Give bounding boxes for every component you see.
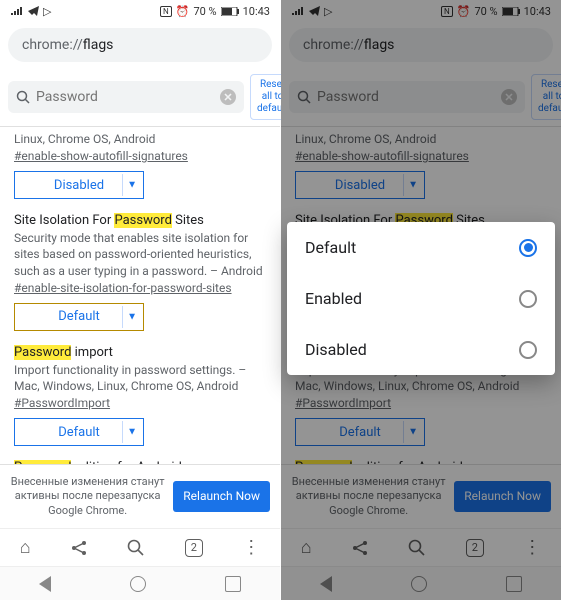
search-icon xyxy=(297,90,311,104)
nfc-icon: N xyxy=(441,6,453,17)
popup-option-disabled[interactable]: Disabled xyxy=(287,324,555,375)
nfc-icon: N xyxy=(160,6,172,17)
play-icon: ▷ xyxy=(43,5,51,18)
home-nav-icon[interactable] xyxy=(411,576,427,592)
clear-icon[interactable]: ✕ xyxy=(501,89,517,105)
banner-text: Внесенные изменения станут активны после… xyxy=(10,475,165,518)
telegram-icon xyxy=(28,6,39,16)
popup-option-default[interactable]: Default xyxy=(287,222,555,273)
flag-dropdown[interactable]: Default▼ xyxy=(14,418,144,446)
home-icon[interactable]: ⌂ xyxy=(20,537,31,558)
relaunch-banner: Внесенные изменения станут активны после… xyxy=(281,464,561,528)
share-icon[interactable] xyxy=(70,539,88,557)
toolbar-search-icon[interactable] xyxy=(127,539,145,557)
popup-option-enabled[interactable]: Enabled xyxy=(287,273,555,324)
clear-icon[interactable]: ✕ xyxy=(220,89,236,105)
flag-hash[interactable]: #enable-show-autofill-signatures xyxy=(14,149,266,163)
back-icon[interactable] xyxy=(320,576,332,592)
browser-toolbar: ⌂ 2 ⋮ xyxy=(0,528,280,566)
telegram-icon xyxy=(309,6,320,16)
search-icon xyxy=(16,90,30,104)
flag-item: Linux, Chrome OS, Android #enable-show-a… xyxy=(14,131,266,199)
flag-platforms: Linux, Chrome OS, Android xyxy=(14,131,266,147)
flag-title: Site Isolation For Password Sites xyxy=(14,213,266,228)
flag-desc: Security mode that enables site isolatio… xyxy=(14,230,266,279)
flag-dropdown[interactable]: Default▼ xyxy=(295,418,425,446)
share-icon[interactable] xyxy=(351,539,369,557)
toolbar-search-icon[interactable] xyxy=(408,539,426,557)
browser-toolbar: ⌂ 2 ⋮ xyxy=(281,528,561,566)
radio-icon xyxy=(519,341,537,359)
flag-item: Password import Import functionality in … xyxy=(14,345,266,446)
status-bar: ▷ N ⏰ 70 % 10:43 xyxy=(0,0,280,22)
recents-icon[interactable] xyxy=(506,576,522,592)
clock-text: 10:43 xyxy=(243,5,270,18)
clock-text: 10:43 xyxy=(524,5,551,18)
tabs-button[interactable]: 2 xyxy=(185,539,203,557)
search-box[interactable]: ✕ xyxy=(289,81,525,113)
reset-all-button[interactable]: Reset all to default xyxy=(531,74,561,120)
menu-icon[interactable]: ⋮ xyxy=(242,537,260,558)
radio-icon xyxy=(519,239,537,257)
search-box[interactable]: ✕ xyxy=(8,81,244,113)
play-icon: ▷ xyxy=(324,5,332,18)
relaunch-button[interactable]: Relaunch Now xyxy=(173,481,270,511)
back-icon[interactable] xyxy=(39,576,51,592)
system-navbar xyxy=(0,566,280,600)
tabs-button[interactable]: 2 xyxy=(466,539,484,557)
home-icon[interactable]: ⌂ xyxy=(301,537,312,558)
battery-text: 70 % xyxy=(193,5,216,18)
relaunch-button[interactable]: Relaunch Now xyxy=(454,481,551,511)
system-navbar xyxy=(281,566,561,600)
home-nav-icon[interactable] xyxy=(130,576,146,592)
recents-icon[interactable] xyxy=(225,576,241,592)
flag-dropdown[interactable]: Disabled▼ xyxy=(295,171,425,199)
battery-text: 70 % xyxy=(474,5,497,18)
flag-hash[interactable]: #enable-site-isolation-for-password-site… xyxy=(14,281,266,295)
screen-right: ▷ N ⏰ 70 % 10:43 chrome://flags ✕ Reset … xyxy=(281,0,561,600)
search-row: ✕ Reset all to default xyxy=(0,68,280,127)
search-input[interactable] xyxy=(317,89,495,105)
screen-left: ▷ N ⏰ 70 % 10:43 chrome://flags ✕ Reset … xyxy=(0,0,280,600)
search-row: ✕ Reset all to default xyxy=(281,68,561,127)
status-bar: ▷ N ⏰ 70 % 10:43 xyxy=(281,0,561,22)
flag-dropdown[interactable]: Default▼ xyxy=(14,303,144,331)
battery-icon xyxy=(502,7,520,16)
alarm-icon: ⏰ xyxy=(457,5,471,18)
alarm-icon: ⏰ xyxy=(176,5,190,18)
flag-item: Site Isolation For Password Sites Securi… xyxy=(14,213,266,331)
menu-icon[interactable]: ⋮ xyxy=(523,537,541,558)
omnibox[interactable]: chrome://flags xyxy=(8,28,272,62)
flag-desc: Import functionality in password setting… xyxy=(14,362,266,394)
radio-icon xyxy=(519,290,537,308)
relaunch-banner: Внесенные изменения станут активны после… xyxy=(0,464,280,528)
battery-icon xyxy=(221,7,239,16)
flag-title: Password import xyxy=(14,345,266,360)
dropdown-popup: Default Enabled Disabled xyxy=(287,222,555,375)
omnibox[interactable]: chrome://flags xyxy=(289,28,553,62)
search-input[interactable] xyxy=(36,89,214,105)
signal-icon xyxy=(10,6,24,16)
flag-hash[interactable]: #PasswordImport xyxy=(14,396,266,410)
flag-dropdown[interactable]: Disabled▼ xyxy=(14,171,144,199)
signal-icon xyxy=(291,6,305,16)
